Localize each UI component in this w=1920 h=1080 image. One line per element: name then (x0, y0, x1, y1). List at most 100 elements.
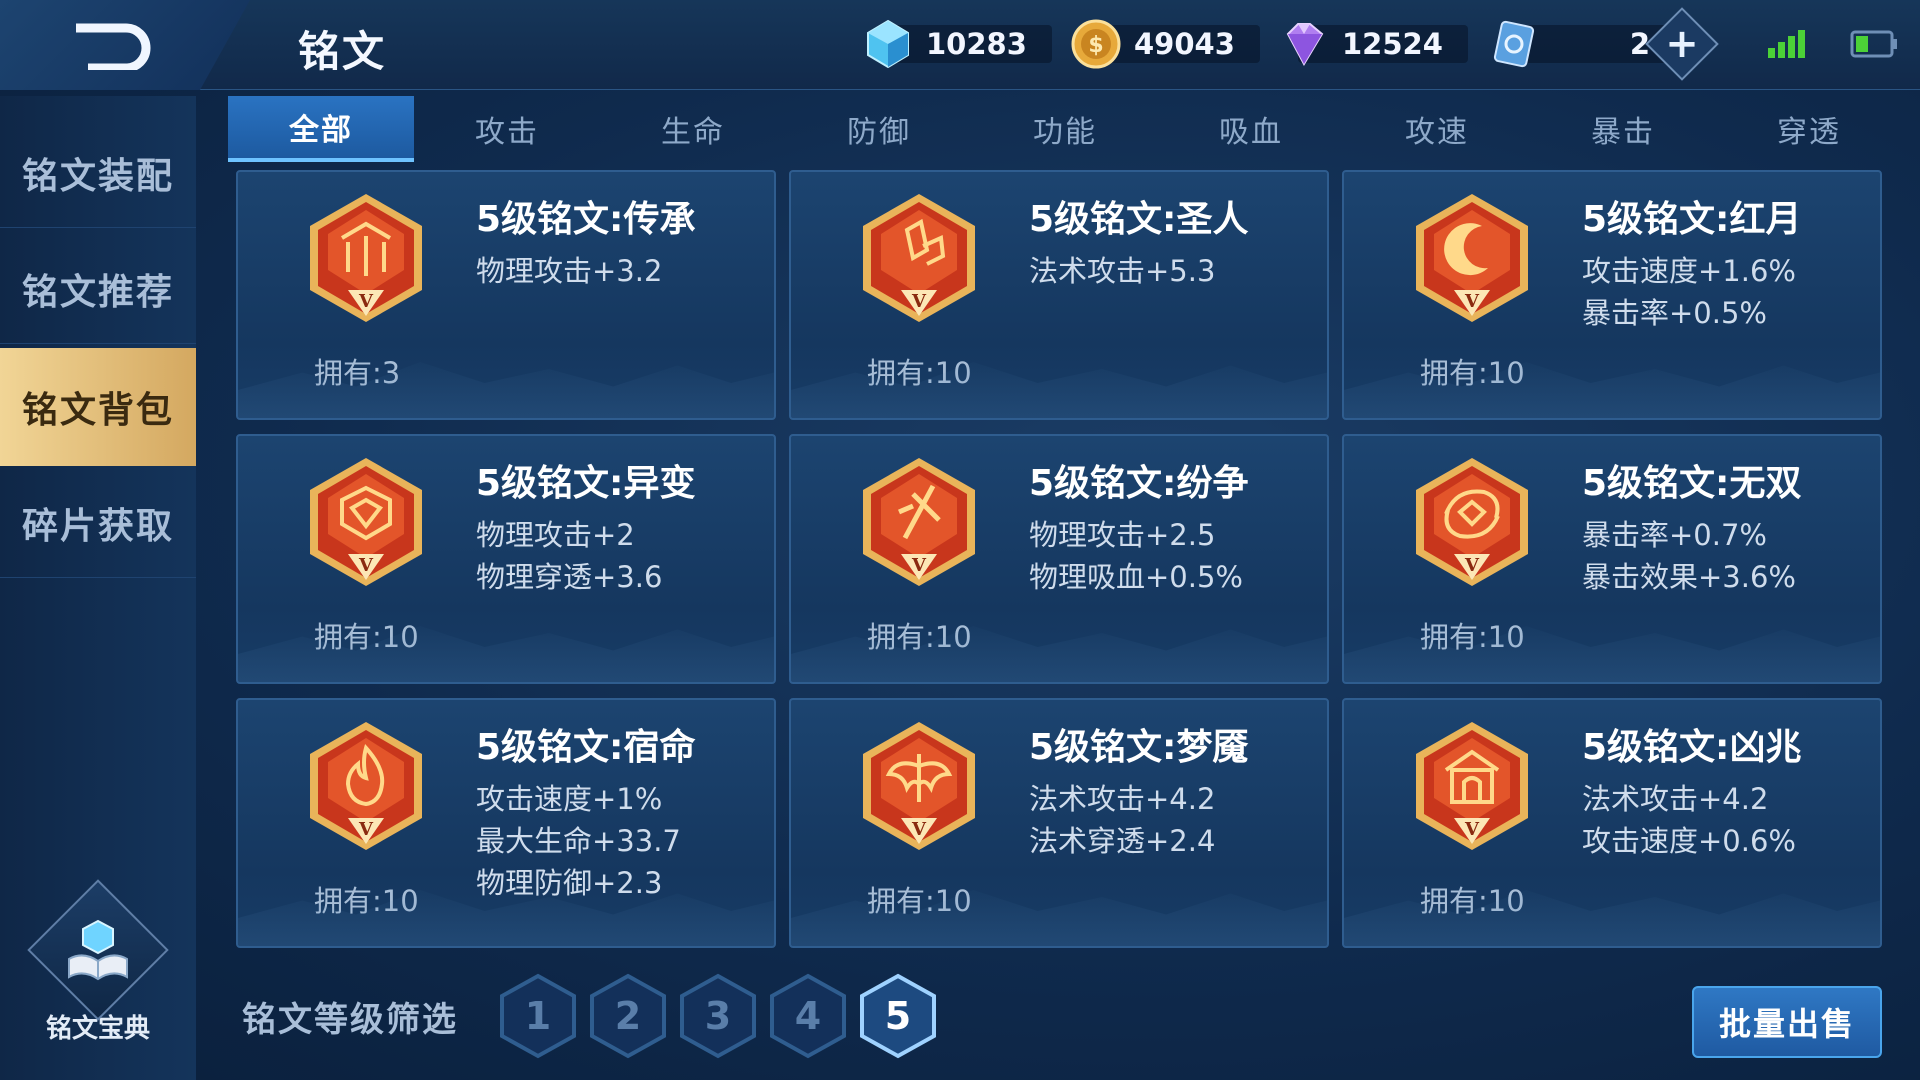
inscription-card[interactable]: V 5级铭文:梦魇 法术攻击+4.2 法术穿透+2.4 拥有:10 (789, 698, 1329, 948)
inscription-title: 5级铭文:纷争 (1029, 463, 1249, 504)
level-filter-3[interactable]: 3 (678, 972, 758, 1060)
level-filter-5[interactable]: 5 (858, 972, 938, 1060)
tab-all[interactable]: 全部 (228, 96, 414, 162)
inscription-stat: 法术攻击+4.2 (1029, 782, 1216, 816)
inscription-title: 5级铭文:无双 (1582, 463, 1802, 504)
level-number: 1 (524, 994, 552, 1038)
inscription-title: 5级铭文:梦魇 (1029, 727, 1249, 768)
inscription-stat: 暴击率+0.7% (1582, 518, 1767, 552)
currency-gem: 12524 (1278, 18, 1468, 70)
inscription-stat: 法术攻击+4.2 (1582, 782, 1769, 816)
tab-health[interactable]: 生命 (600, 96, 786, 162)
sidebar-item-bag[interactable]: 铭文背包 (0, 348, 196, 466)
book-icon (68, 919, 128, 981)
batch-sell-button[interactable]: 批量出售 (1692, 986, 1882, 1058)
level-number: 4 (794, 994, 822, 1038)
sidebar-item-equip[interactable]: 铭文装配 (0, 118, 196, 228)
svg-text:V: V (1464, 291, 1480, 312)
inscription-stat: 暴击效果+3.6% (1582, 560, 1796, 594)
inscription-title: 5级铭文:异变 (476, 463, 696, 504)
tab-attack-speed[interactable]: 攻速 (1344, 96, 1530, 162)
category-tabs: 全部 攻击 生命 防御 功能 吸血 攻速 暴击 穿透 (228, 96, 1920, 162)
svg-text:V: V (358, 291, 374, 312)
inscription-stat: 物理攻击+2 (476, 518, 635, 552)
plus-icon: + (1665, 21, 1699, 67)
inscription-stat: 暴击率+0.5% (1582, 296, 1767, 330)
mask-emblem-icon: V (310, 458, 422, 586)
codex-emblem (27, 879, 169, 1021)
level-filter-label: 铭文等级筛选 (242, 1000, 458, 1040)
gate-emblem-icon: V (1416, 722, 1528, 850)
svg-text:V: V (911, 291, 927, 312)
wing-emblem-icon: V (863, 722, 975, 850)
swirl-emblem-icon: V (1416, 458, 1528, 586)
purple-gem-icon (1286, 23, 1324, 67)
level-filter-2[interactable]: 2 (588, 972, 668, 1060)
level-number: 3 (704, 994, 732, 1038)
pillar-emblem-icon: V (310, 194, 422, 322)
owned-count: 拥有:10 (314, 620, 419, 654)
svg-text:V: V (911, 555, 927, 576)
inscription-stat: 攻击速度+1% (476, 782, 663, 816)
tab-defense[interactable]: 防御 (786, 96, 972, 162)
level-filter-1[interactable]: 1 (498, 972, 578, 1060)
flame-emblem-icon: V (310, 722, 422, 850)
owned-count: 拥有:10 (1420, 884, 1525, 918)
battery-icon (1850, 30, 1897, 58)
owned-count: 拥有:10 (867, 620, 972, 654)
codex-button[interactable]: 铭文宝典 (27, 879, 169, 1050)
level-number: 2 (614, 994, 642, 1038)
level-filter-4[interactable]: 4 (768, 972, 848, 1060)
inscription-title: 5级铭文:传承 (476, 199, 696, 240)
inscription-title: 5级铭文:圣人 (1029, 199, 1249, 240)
inscription-card[interactable]: V 5级铭文:传承 物理攻击+3.2 拥有:3 (236, 170, 776, 420)
inscription-stat: 物理防御+2.3 (476, 866, 663, 900)
owned-count: 拥有:10 (1420, 620, 1525, 654)
inscription-card[interactable]: V 5级铭文:凶兆 法术攻击+4.2 攻击速度+0.6% 拥有:10 (1342, 698, 1882, 948)
crystal-icon (867, 19, 909, 69)
inscription-title: 5级铭文:红月 (1582, 199, 1802, 240)
tab-attack[interactable]: 攻击 (414, 96, 600, 162)
currency-gold: $ 49043 (1070, 18, 1260, 70)
tab-utility[interactable]: 功能 (972, 96, 1158, 162)
owned-count: 拥有:10 (867, 884, 972, 918)
inscription-stat: 最大生命+33.7 (476, 824, 681, 858)
inscription-card[interactable]: V 5级铭文:红月 攻击速度+1.6% 暴击率+0.5% 拥有:10 (1342, 170, 1882, 420)
svg-text:$: $ (1088, 33, 1103, 58)
top-bar: 铭文 10283 $ 49043 12524 2 + (0, 0, 1920, 90)
tab-lifesteal[interactable]: 吸血 (1158, 96, 1344, 162)
inscription-title: 5级铭文:宿命 (476, 727, 696, 768)
inscription-stat: 物理攻击+2.5 (1029, 518, 1216, 552)
level-number: 5 (884, 994, 912, 1038)
owned-count: 拥有:10 (314, 884, 419, 918)
inscription-stat: 物理吸血+0.5% (1029, 560, 1243, 594)
inscription-title: 5级铭文:凶兆 (1582, 727, 1802, 768)
gold-coin-icon: $ (1071, 19, 1121, 69)
tab-critical[interactable]: 暴击 (1530, 96, 1716, 162)
signal-icon (1768, 30, 1805, 58)
currency-diamond: 10283 (862, 18, 1052, 70)
back-button[interactable] (0, 0, 250, 90)
inscription-stat: 攻击速度+1.6% (1582, 254, 1796, 288)
tab-penetration[interactable]: 穿透 (1716, 96, 1902, 162)
inscription-card[interactable]: V 5级铭文:圣人 法术攻击+5.3 拥有:10 (789, 170, 1329, 420)
svg-text:V: V (358, 819, 374, 840)
page-title: 铭文 (298, 27, 387, 76)
inscription-card[interactable]: V 5级铭文:纷争 物理攻击+2.5 物理吸血+0.5% 拥有:10 (789, 434, 1329, 684)
inscription-stat: 物理穿透+3.6 (476, 560, 663, 594)
inscription-stat: 攻击速度+0.6% (1582, 824, 1796, 858)
svg-text:V: V (358, 555, 374, 576)
blade-emblem-icon: V (863, 458, 975, 586)
inscription-card[interactable]: V 5级铭文:异变 物理攻击+2 物理穿透+3.6 拥有:10 (236, 434, 776, 684)
back-arrow-icon (76, 23, 151, 70)
inscription-card[interactable]: V 5级铭文:宿命 攻击速度+1% 最大生命+33.7 物理防御+2.3 拥有:… (236, 698, 776, 948)
card-ticket-icon (1493, 20, 1535, 68)
svg-text:V: V (1464, 819, 1480, 840)
inscription-card[interactable]: V 5级铭文:无双 暴击率+0.7% 暴击效果+3.6% 拥有:10 (1342, 434, 1882, 684)
svg-text:V: V (1464, 555, 1480, 576)
currency-ticket: 2 (1488, 18, 1668, 70)
inscription-grid: V 5级铭文:传承 物理攻击+3.2 拥有:3 V 5级铭文:圣人 法术攻击+5… (236, 170, 1882, 948)
sidebar-item-fragments[interactable]: 碎片获取 (0, 468, 196, 578)
svg-text:V: V (911, 819, 927, 840)
sidebar-item-recommend[interactable]: 铭文推荐 (0, 234, 196, 344)
